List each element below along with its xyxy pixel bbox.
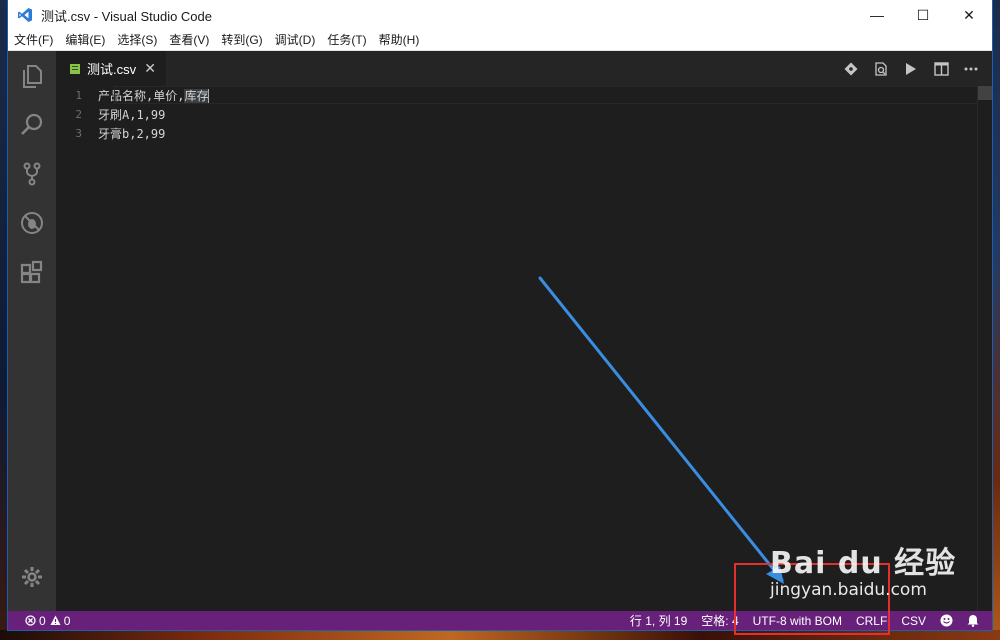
maximize-button[interactable]: ☐ bbox=[900, 0, 946, 30]
files-icon[interactable] bbox=[8, 51, 56, 100]
more-icon[interactable] bbox=[956, 51, 986, 86]
search-icon[interactable] bbox=[8, 100, 56, 149]
tab-test-csv[interactable]: 测试.csv ✕ bbox=[56, 51, 166, 86]
title-bar[interactable]: 测试.csv - Visual Studio Code — ☐ ✕ bbox=[8, 0, 992, 30]
line-text: 牙膏b,2,99 bbox=[98, 127, 166, 141]
desktop-wallpaper-left bbox=[0, 0, 8, 640]
indentation[interactable]: 空格: 4 bbox=[694, 612, 745, 629]
overview-ruler[interactable] bbox=[977, 86, 992, 611]
line-number: 2 bbox=[75, 108, 82, 121]
menu-tasks[interactable]: 任务(T) bbox=[321, 30, 372, 50]
code-line[interactable]: 3 牙膏b,2,99 bbox=[56, 124, 992, 143]
code-line[interactable]: 2 牙刷A,1,99 bbox=[56, 105, 992, 124]
line-number: 3 bbox=[75, 127, 82, 140]
minimize-button[interactable]: — bbox=[854, 0, 900, 30]
debug-icon[interactable] bbox=[8, 198, 56, 247]
csv-file-icon bbox=[70, 63, 80, 74]
source-control-icon[interactable] bbox=[8, 149, 56, 198]
window-title: 测试.csv - Visual Studio Code bbox=[41, 8, 212, 24]
menu-view[interactable]: 查看(V) bbox=[163, 30, 215, 50]
git-compare-icon[interactable] bbox=[836, 51, 866, 86]
vscode-window: 测试.csv - Visual Studio Code — ☐ ✕ 文件(F) … bbox=[8, 0, 992, 630]
editor-area: 测试.csv ✕ 1 产品名称,单价,库存 2 牙刷A,1,99 3 牙膏b,2… bbox=[56, 51, 992, 611]
menu-help[interactable]: 帮助(H) bbox=[373, 30, 426, 50]
code-line[interactable]: 1 产品名称,单价,库存 bbox=[56, 86, 992, 105]
line-number: 1 bbox=[75, 89, 82, 102]
open-preview-icon[interactable] bbox=[866, 51, 896, 86]
split-editor-icon[interactable] bbox=[926, 51, 956, 86]
menu-edit[interactable]: 编辑(E) bbox=[59, 30, 111, 50]
menu-debug[interactable]: 调试(D) bbox=[269, 30, 322, 50]
current-line-highlight bbox=[114, 86, 978, 104]
line-text: 牙刷A,1,99 bbox=[98, 108, 166, 122]
warning-icon bbox=[50, 615, 61, 625]
activity-bar bbox=[8, 51, 56, 611]
menu-go[interactable]: 转到(G) bbox=[215, 30, 268, 50]
notifications-bell-icon[interactable] bbox=[960, 614, 986, 627]
menu-file[interactable]: 文件(F) bbox=[8, 30, 59, 50]
vscode-logo-icon bbox=[17, 7, 33, 23]
tab-bar: 测试.csv ✕ bbox=[56, 51, 992, 86]
extensions-icon[interactable] bbox=[8, 247, 56, 296]
problems-status[interactable]: 0 0 bbox=[18, 614, 77, 628]
feedback-smiley-icon[interactable] bbox=[933, 614, 960, 627]
warning-count: 0 bbox=[63, 613, 71, 628]
gear-icon[interactable] bbox=[8, 552, 56, 601]
tab-label: 测试.csv bbox=[87, 62, 137, 77]
status-bar: 0 0 行 1, 列 19 空格: 4 UTF-8 with BOM CRLF … bbox=[8, 611, 992, 630]
error-icon bbox=[25, 615, 36, 626]
error-count: 0 bbox=[39, 613, 46, 628]
desktop-wallpaper-bottom bbox=[0, 630, 1000, 640]
close-button[interactable]: ✕ bbox=[946, 0, 992, 30]
end-of-line[interactable]: CRLF bbox=[849, 614, 894, 628]
menu-bar: 文件(F) 编辑(E) 选择(S) 查看(V) 转到(G) 调试(D) 任务(T… bbox=[8, 30, 992, 51]
language-mode[interactable]: CSV bbox=[894, 614, 933, 628]
encoding[interactable]: UTF-8 with BOM bbox=[746, 614, 849, 628]
scrollbar-slider[interactable] bbox=[978, 86, 992, 100]
tab-close-icon[interactable]: ✕ bbox=[144, 60, 156, 77]
code-editor[interactable]: 1 产品名称,单价,库存 2 牙刷A,1,99 3 牙膏b,2,99 bbox=[56, 86, 992, 611]
run-icon[interactable] bbox=[896, 51, 926, 86]
desktop-wallpaper-right bbox=[992, 0, 1000, 640]
cursor-position[interactable]: 行 1, 列 19 bbox=[623, 612, 694, 629]
menu-selection[interactable]: 选择(S) bbox=[111, 30, 163, 50]
